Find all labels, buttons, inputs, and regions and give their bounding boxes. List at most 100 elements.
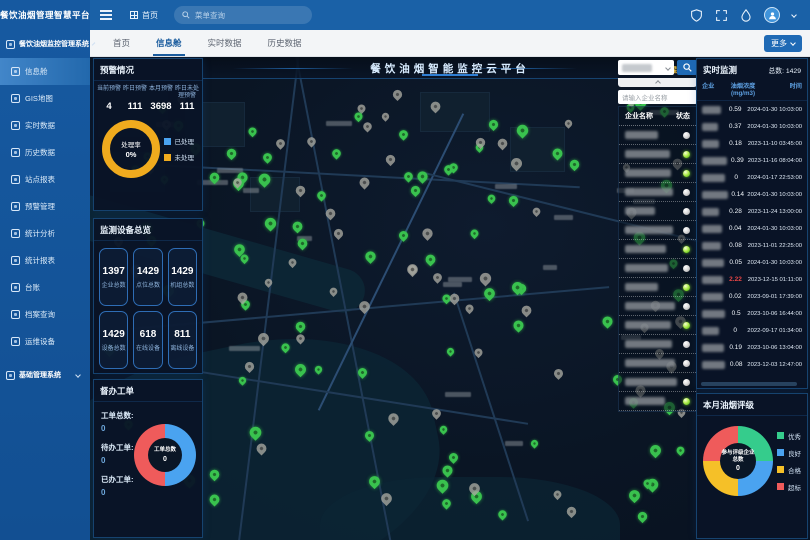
sidebar-item[interactable]: 台账: [0, 274, 90, 301]
flame-icon[interactable]: [740, 9, 752, 22]
map-pin[interactable]: [469, 228, 480, 239]
tab[interactable]: 实时数据 ×: [195, 30, 255, 56]
realtime-row[interactable]: 0.08 2023-12-03 12:47:00: [697, 356, 807, 373]
tab[interactable]: 首页 ×: [100, 30, 143, 56]
map-pin[interactable]: [225, 147, 238, 160]
map-pin[interactable]: [332, 227, 345, 240]
map-pin[interactable]: [529, 438, 539, 448]
company-row[interactable]: [619, 221, 696, 240]
company-row[interactable]: [619, 145, 696, 164]
map-pin[interactable]: [409, 184, 422, 197]
map-pin[interactable]: [424, 253, 438, 267]
realtime-row[interactable]: 0.02 2023-09-01 17:39:00: [697, 288, 807, 305]
sidebar-item[interactable]: 历史数据: [0, 139, 90, 166]
user-avatar[interactable]: [764, 7, 780, 23]
realtime-row[interactable]: 0.37 2024-01-30 10:03:00: [697, 118, 807, 135]
map-pin[interactable]: [600, 314, 614, 328]
collapse-toggle[interactable]: [618, 78, 697, 87]
company-row[interactable]: [619, 164, 696, 183]
map-pin[interactable]: [552, 367, 565, 380]
realtime-row[interactable]: 2.22 2023-12-15 01:11:00: [697, 271, 807, 288]
company-row[interactable]: [619, 316, 696, 335]
company-name-input[interactable]: 请输入企业名称: [618, 90, 697, 104]
map-pin[interactable]: [636, 510, 649, 523]
map-pin[interactable]: [486, 193, 497, 204]
realtime-row[interactable]: 0.18 2023-11-10 03:45:00: [697, 135, 807, 152]
map-pin[interactable]: [496, 137, 510, 151]
map-pin[interactable]: [448, 292, 462, 306]
map-pin[interactable]: [357, 175, 371, 189]
realtime-row[interactable]: 0.28 2023-11-24 13:00:00: [697, 203, 807, 220]
company-row[interactable]: [619, 202, 696, 221]
map-pin[interactable]: [380, 111, 390, 121]
company-row[interactable]: [619, 335, 696, 354]
sidebar-item[interactable]: 实时数据: [0, 112, 90, 139]
realtime-row[interactable]: 0.19 2023-10-06 13:04:00: [697, 339, 807, 356]
map-pin[interactable]: [438, 424, 449, 435]
map-pin[interactable]: [511, 318, 525, 332]
map-pin[interactable]: [420, 226, 435, 241]
map-pin[interactable]: [464, 303, 475, 314]
map-pin[interactable]: [415, 169, 430, 184]
realtime-row[interactable]: 0.5 2023-10-06 16:44:00: [697, 305, 807, 322]
chevron-down-icon[interactable]: [791, 12, 797, 18]
company-select[interactable]: [618, 60, 674, 75]
map-pin[interactable]: [294, 320, 307, 333]
company-row[interactable]: [619, 183, 696, 202]
sidebar-item[interactable]: 站点报表: [0, 166, 90, 193]
realtime-row[interactable]: 0 2022-09-17 01:34:00: [697, 322, 807, 339]
realtime-row[interactable]: 0 2024-01-17 22:53:00: [697, 169, 807, 186]
map-pin[interactable]: [247, 126, 258, 137]
company-row[interactable]: [619, 240, 696, 259]
tab[interactable]: 历史数据 ×: [255, 30, 315, 56]
map-pin[interactable]: [261, 151, 273, 163]
map-pin[interactable]: [405, 262, 420, 277]
company-row[interactable]: [619, 297, 696, 316]
map-pin[interactable]: [315, 189, 327, 201]
scrollbar[interactable]: [701, 382, 797, 386]
company-search-button[interactable]: [677, 60, 697, 75]
realtime-row[interactable]: 0.05 2024-01-30 10:03:00: [697, 254, 807, 271]
map-pin[interactable]: [648, 443, 663, 458]
breadcrumb[interactable]: 首页: [130, 10, 158, 21]
company-row[interactable]: [619, 126, 696, 145]
map-pin[interactable]: [402, 170, 414, 182]
map-pin[interactable]: [291, 220, 305, 234]
sidebar-system-header[interactable]: 餐饮油烟监控管理系统: [0, 30, 90, 58]
company-row[interactable]: [619, 354, 696, 373]
map-pin[interactable]: [397, 229, 410, 242]
map-pin[interactable]: [531, 206, 542, 217]
company-row[interactable]: [619, 392, 696, 411]
sidebar-item[interactable]: 档案查询: [0, 301, 90, 328]
sidebar-item[interactable]: 运维设备: [0, 328, 90, 355]
map-pin[interactable]: [363, 249, 378, 264]
map-pin[interactable]: [431, 271, 443, 283]
map-pin[interactable]: [568, 158, 581, 171]
realtime-row[interactable]: 0.04 2024-01-30 10:03:00: [697, 220, 807, 237]
sidebar-item[interactable]: 统计报表: [0, 247, 90, 274]
fullscreen-icon[interactable]: [715, 9, 728, 22]
map-pin[interactable]: [627, 488, 642, 503]
map-pin[interactable]: [274, 137, 286, 149]
more-button[interactable]: 更多: [764, 35, 802, 52]
map-pin[interactable]: [440, 463, 454, 477]
realtime-row[interactable]: 0.08 2023-11-01 22:25:00: [697, 237, 807, 254]
realtime-row[interactable]: 0.59 2024-01-30 10:03:00: [697, 101, 807, 118]
hamburger-menu-icon[interactable]: [100, 10, 112, 20]
map-pin[interactable]: [330, 147, 342, 159]
sidebar-item[interactable]: 信息舱: [0, 58, 90, 85]
map-pin[interactable]: [520, 304, 534, 318]
map-pin[interactable]: [305, 135, 317, 147]
sidebar-item[interactable]: 统计分析: [0, 220, 90, 247]
menu-search-input[interactable]: 菜单查询: [174, 6, 312, 24]
company-row[interactable]: [619, 259, 696, 278]
map-pin[interactable]: [675, 445, 686, 456]
shield-icon[interactable]: [690, 9, 703, 22]
tab[interactable]: 信息舱 ×: [143, 30, 195, 56]
map-pin[interactable]: [397, 128, 409, 140]
map-pin[interactable]: [361, 120, 373, 132]
map-pin[interactable]: [445, 346, 455, 356]
company-row[interactable]: [619, 373, 696, 392]
sidebar-item[interactable]: GIS地图: [0, 85, 90, 112]
map-pin[interactable]: [384, 153, 397, 166]
